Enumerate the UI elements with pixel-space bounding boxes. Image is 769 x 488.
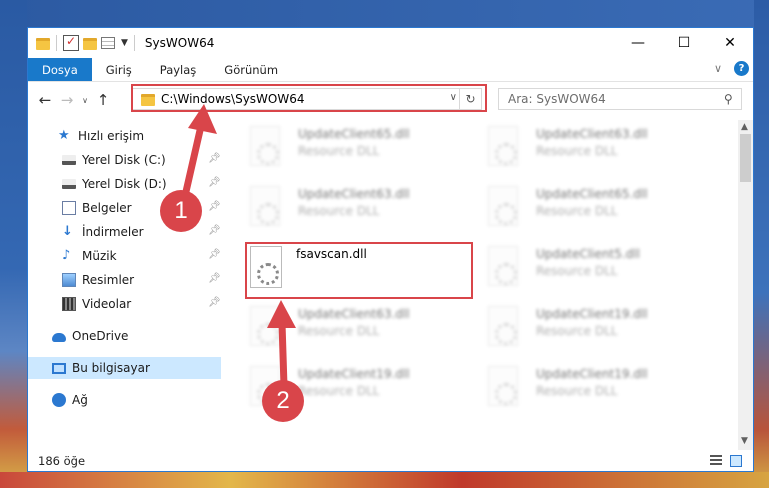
annotation-arrows — [181, 104, 296, 390]
arrow-1-head — [188, 104, 217, 134]
step-2-badge: 2 — [262, 380, 304, 422]
arrow-2-shaft — [278, 319, 288, 390]
arrow-2-head — [267, 300, 296, 328]
step-1-badge: 1 — [160, 190, 202, 232]
arrow-1-shaft — [181, 122, 205, 200]
